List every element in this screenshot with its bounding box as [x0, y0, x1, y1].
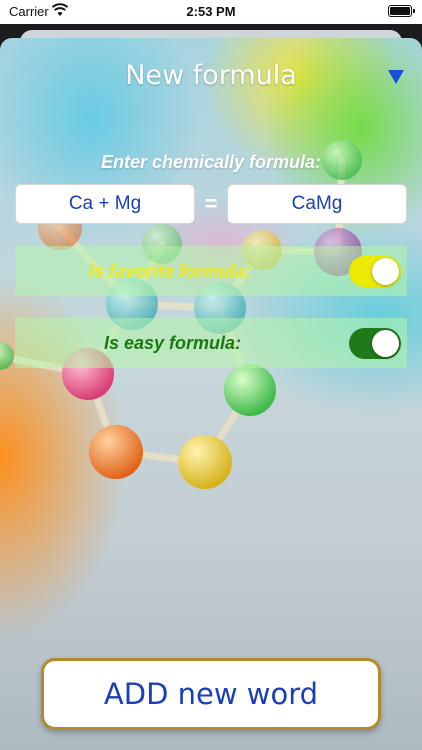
easy-toggle-knob — [372, 330, 399, 357]
easy-toggle[interactable] — [349, 328, 401, 359]
clock: 2:53 PM — [186, 4, 236, 19]
formula-sheet: New formula Enter chemically formula: Ca… — [0, 38, 422, 750]
triangle-down-icon[interactable] — [388, 70, 404, 84]
product-input[interactable]: CaMg — [227, 184, 407, 224]
formula-prompt: Enter chemically formula: — [100, 152, 322, 172]
easy-row: Is easy formula: — [15, 318, 407, 368]
battery-icon — [388, 5, 415, 17]
easy-label: Is easy formula: — [104, 333, 242, 353]
equals-sign: = — [204, 191, 218, 216]
favorite-toggle[interactable] — [349, 256, 401, 287]
favorite-label: Is favorite formula: — [89, 261, 252, 281]
reactants-input[interactable]: Ca + Mg — [15, 184, 195, 224]
status-bar: Carrier 2:53 PM — [0, 0, 422, 24]
molecule-background — [0, 140, 362, 489]
add-new-word-button[interactable]: ADD new word — [41, 658, 381, 730]
page-title: New formula — [125, 60, 297, 91]
favorite-toggle-knob — [372, 258, 399, 285]
favorite-row: Is favorite formula: — [15, 246, 407, 296]
